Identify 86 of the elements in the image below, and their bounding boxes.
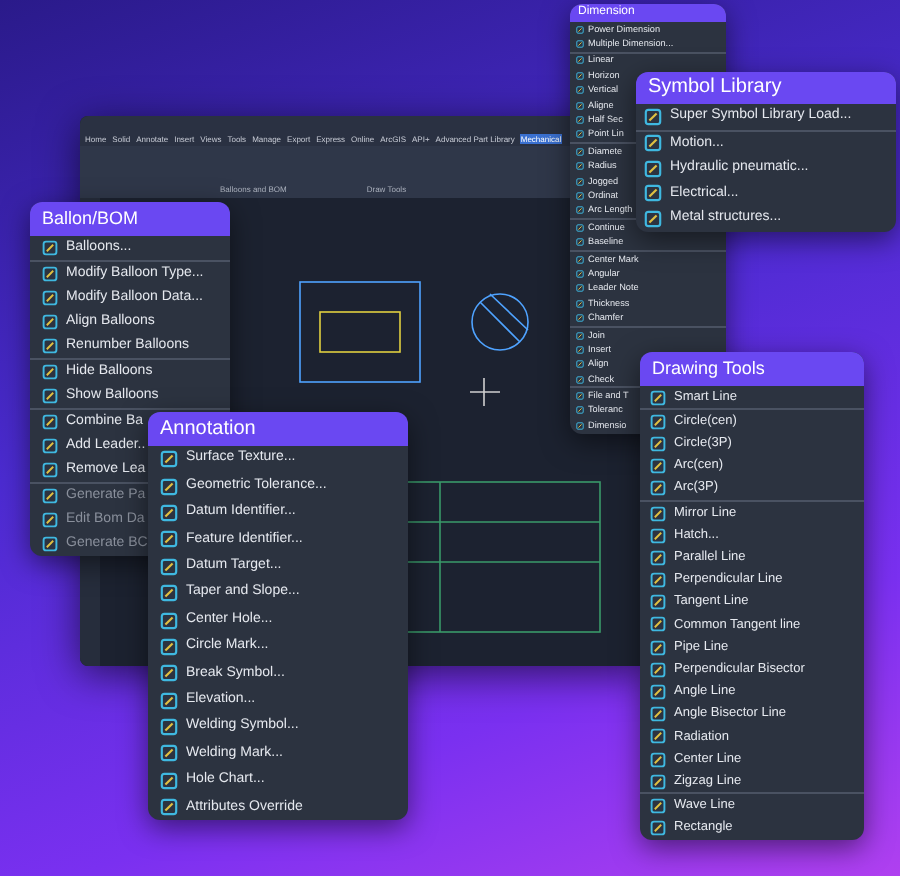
- tool-icon: [42, 438, 58, 454]
- tool-icon: [160, 798, 178, 817]
- tool-icon: [576, 71, 584, 80]
- tool-icon: [650, 389, 666, 406]
- tool-icon: [160, 691, 178, 710]
- tool-icon: [42, 338, 58, 354]
- tool-icon: [160, 584, 178, 603]
- tool-icon: [576, 360, 584, 369]
- crosshair-icon: [469, 377, 501, 407]
- tool-icon: [576, 25, 584, 34]
- tool-icon: [576, 284, 584, 293]
- tool-icon: [160, 530, 178, 549]
- tool-icon: [650, 751, 666, 768]
- part-outline-drawing: [299, 281, 421, 383]
- tool-icon: [576, 392, 584, 401]
- tool-icon: [42, 512, 58, 528]
- tool-icon: [576, 345, 584, 354]
- tool-icon: [650, 594, 666, 611]
- detail-circle-drawing: [471, 293, 529, 351]
- tool-icon: [650, 458, 666, 475]
- tool-icon: [576, 269, 584, 278]
- tool-icon: [42, 414, 58, 430]
- tool-icon: [576, 255, 584, 264]
- tool-icon: [576, 314, 584, 323]
- tool-icon: [576, 421, 584, 430]
- tool-icon: [650, 505, 666, 522]
- tool-icon: [650, 728, 666, 745]
- tool-icon: [650, 616, 666, 633]
- tool-icon: [644, 159, 662, 178]
- tool-icon: [576, 299, 584, 308]
- tool-icon: [42, 388, 58, 404]
- tool-icon: [160, 664, 178, 683]
- tool-icon: [650, 480, 666, 497]
- tool-icon: [576, 162, 584, 171]
- tool-icon: [576, 206, 584, 215]
- tool-icon: [42, 290, 58, 306]
- tool-icon: [576, 101, 584, 110]
- tool-icon: [42, 462, 58, 478]
- tool-icon: [650, 820, 666, 837]
- menu-title: Symbol Library: [636, 72, 896, 104]
- tool-icon: [650, 706, 666, 723]
- tool-icon: [576, 86, 584, 95]
- tool-icon: [576, 375, 584, 384]
- tool-icon: [160, 637, 178, 656]
- tool-icon: [650, 572, 666, 589]
- tool-icon: [42, 314, 58, 330]
- tool-icon: [650, 797, 666, 814]
- tool-icon: [160, 503, 178, 522]
- tool-icon: [42, 266, 58, 282]
- tool-icon: [644, 134, 662, 153]
- tool-icon: [576, 238, 584, 247]
- tool-icon: [650, 684, 666, 701]
- tool-icon: [650, 661, 666, 678]
- tool-icon: [42, 488, 58, 504]
- tool-icon: [650, 773, 666, 790]
- tool-icon: [576, 223, 584, 232]
- tool-icon: [644, 107, 662, 126]
- tool-icon: [650, 413, 666, 430]
- tool-icon: [160, 477, 178, 496]
- tool-icon: [160, 611, 178, 630]
- tool-icon: [644, 209, 662, 228]
- tool-icon: [576, 406, 584, 415]
- tool-icon: [576, 191, 584, 200]
- tool-icon: [160, 450, 178, 469]
- tool-icon: [160, 718, 178, 737]
- tool-icon: [644, 184, 662, 203]
- tool-icon: [42, 364, 58, 380]
- tool-icon: [576, 147, 584, 156]
- tool-icon: [576, 116, 584, 125]
- tool-icon: [650, 639, 666, 656]
- tool-icon: [650, 527, 666, 544]
- tool-icon: [576, 177, 584, 186]
- tool-icon: [160, 771, 178, 790]
- menu-title: Annotation: [148, 412, 408, 446]
- menu-title: Ballon/BOM: [30, 202, 230, 236]
- tool-icon: [42, 536, 58, 552]
- tool-icon: [576, 40, 584, 49]
- tool-icon: [650, 435, 666, 452]
- tool-icon: [576, 56, 584, 65]
- tool-icon: [160, 744, 178, 763]
- tool-icon: [576, 130, 584, 139]
- menu-title: Drawing Tools: [640, 352, 864, 386]
- tool-icon: [576, 331, 584, 339]
- tool-icon: [650, 549, 666, 566]
- tool-icon: [160, 557, 178, 576]
- tool-icon: [42, 240, 58, 256]
